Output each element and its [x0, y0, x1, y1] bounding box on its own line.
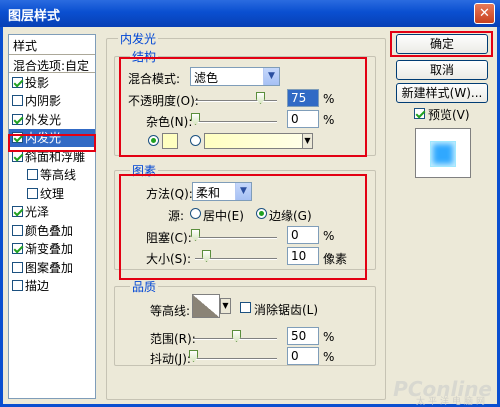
style-checkbox[interactable] [12, 113, 23, 125]
preview-checkbox[interactable] [414, 108, 425, 119]
style-list-item[interactable]: 图案叠加 [9, 258, 95, 277]
structure-highlight [119, 57, 367, 157]
range-input[interactable]: 50 [287, 327, 319, 345]
quality-title: 品质 [130, 278, 159, 295]
window-title: 图层样式 [8, 9, 61, 24]
style-list-item-label: 颜色叠加 [25, 223, 74, 238]
jitter-slider-track[interactable] [193, 358, 277, 360]
jitter-label: 抖动(J): [150, 352, 191, 366]
new-style-button[interactable]: 新建样式(W)... [396, 83, 488, 103]
style-list-item-label: 纹理 [40, 186, 65, 201]
style-list-item-label: 图案叠加 [25, 260, 74, 275]
range-unit: % [323, 330, 335, 344]
style-list-item[interactable]: 描边 [9, 277, 95, 296]
jitter-unit: % [323, 350, 335, 364]
style-checkbox[interactable] [12, 76, 23, 88]
style-checkbox[interactable] [12, 261, 23, 273]
style-checkbox[interactable] [12, 243, 23, 255]
range-label: 范围(R): [150, 332, 196, 346]
style-list-item[interactable]: 等高线 [9, 166, 95, 185]
style-checkbox[interactable] [12, 280, 23, 292]
style-checkbox[interactable] [27, 169, 38, 181]
style-list-item-label: 内阴影 [25, 94, 62, 109]
style-checkbox[interactable] [12, 95, 23, 107]
style-list-item[interactable]: 光泽 [9, 203, 95, 222]
styles-list: 样式 混合选项:自定 投影 内阴影 外发光 内发光 斜面和浮雕 等高线 纹理 光泽 颜色叠加 渐变… [8, 34, 96, 399]
style-list-item-label: 描边 [25, 279, 50, 294]
jitter-input[interactable]: 0 [287, 347, 319, 365]
style-list-item[interactable]: 纹理 [9, 184, 95, 203]
style-list-item-label: 投影 [25, 75, 50, 90]
preview-label[interactable]: 预览(V) [428, 106, 470, 123]
style-list-item-label: 外发光 [25, 112, 62, 127]
antialias-checkbox[interactable] [240, 302, 251, 313]
style-preview-swatch [430, 141, 456, 167]
inner-glow-title: 内发光 [118, 30, 159, 47]
style-checkbox[interactable] [12, 150, 23, 162]
antialias-label[interactable]: 消除锯齿(L) [254, 301, 318, 318]
style-checkbox[interactable] [27, 187, 38, 199]
style-list-item-label: 渐变叠加 [25, 242, 74, 257]
style-preview [415, 128, 471, 178]
style-list-item[interactable]: 内阴影 [9, 92, 95, 111]
style-list-item-label: 光泽 [25, 205, 50, 220]
close-icon[interactable]: ✕ [474, 3, 495, 24]
style-checkbox[interactable] [12, 206, 23, 218]
elements-highlight [119, 174, 367, 280]
ok-button[interactable]: 确定 [396, 34, 488, 54]
style-list-item[interactable]: 渐变叠加 [9, 240, 95, 259]
style-list-item-label: 等高线 [40, 168, 77, 183]
watermark-subtitle: 太平洋电脑网 [415, 397, 488, 407]
title-bar: 图层样式 ✕ [0, 0, 500, 27]
style-checkbox[interactable] [12, 224, 23, 236]
selected-item-highlight [8, 134, 96, 152]
contour-label: 等高线: [150, 304, 191, 318]
chevron-down-icon[interactable]: ▼ [220, 298, 231, 314]
contour-preview[interactable] [192, 294, 220, 318]
blend-options-item[interactable]: 混合选项:自定 [9, 55, 95, 73]
cancel-button[interactable]: 取消 [396, 60, 488, 80]
styles-list-header[interactable]: 样式 [9, 35, 95, 55]
style-list-item[interactable]: 颜色叠加 [9, 221, 95, 240]
style-list-item[interactable]: 投影 [9, 73, 95, 92]
style-list-item[interactable]: 外发光 [9, 110, 95, 129]
